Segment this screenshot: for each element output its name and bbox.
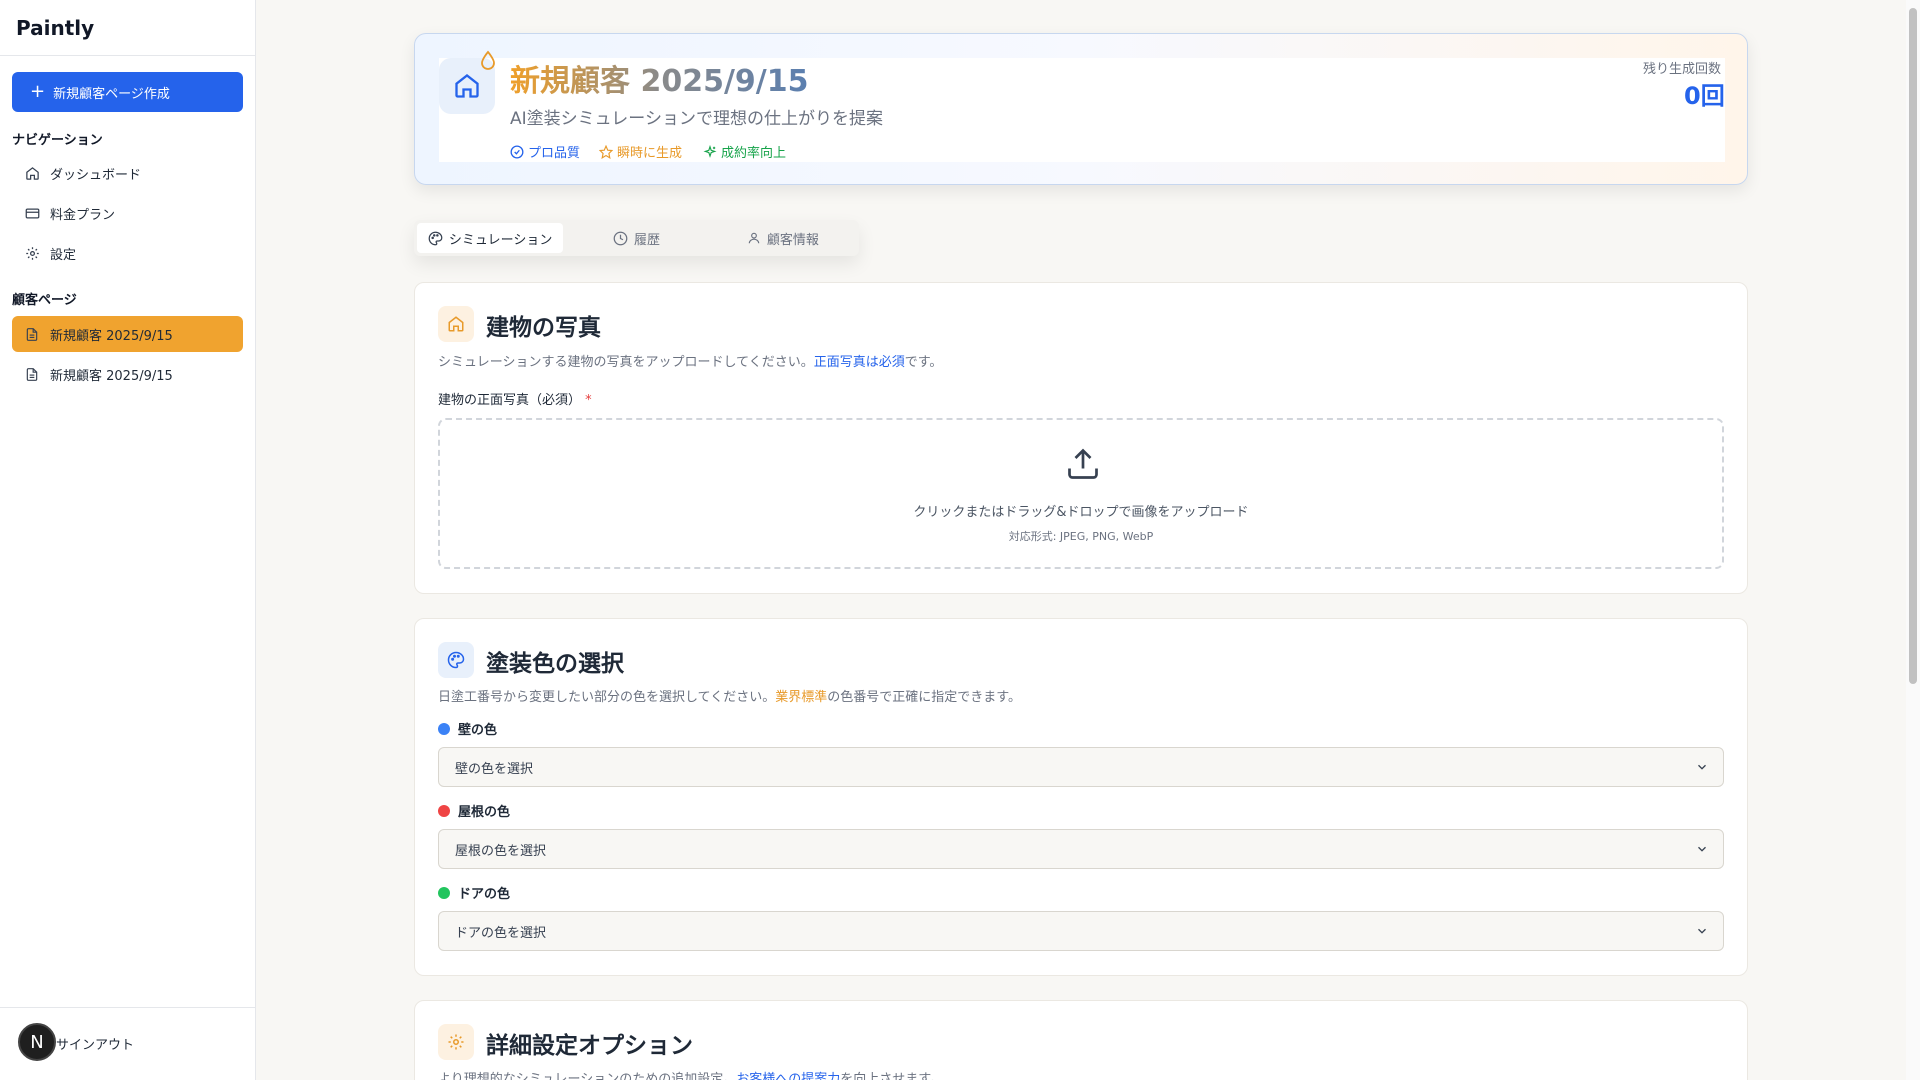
sidebar-item-label: ダッシュボード — [50, 167, 142, 183]
section-title: 詳細設定オプション — [486, 1033, 693, 1059]
tab-customer-info[interactable]: 顧客情報 — [710, 223, 856, 253]
badge-label: 成約率向上 — [721, 146, 787, 161]
tab-bar: シミュレーション 履歴 顧客情報 — [414, 220, 859, 256]
page-subtitle: AI塗装シミュレーションで理想の仕上がりを提案 — [510, 109, 883, 129]
customer-pages-heading: 顧客ページ — [12, 293, 77, 308]
section-description: シミュレーションする建物の写真をアップロードしてください。正面写真は必須です。 — [438, 355, 943, 370]
paint-drop-icon — [480, 50, 496, 74]
home-icon — [24, 165, 40, 181]
roof-color-select[interactable]: 屋根の色を選択 — [438, 829, 1724, 869]
user-icon — [748, 232, 760, 244]
scrollbar-thumb[interactable] — [1909, 8, 1917, 684]
wall-color-dot — [438, 722, 450, 735]
photo-dropzone[interactable]: クリックまたはドラッグ&ドロップで画像をアップロード 対応形式: JPEG, P… — [438, 418, 1724, 569]
upload-icon — [1068, 448, 1098, 479]
customer-page-item[interactable]: 新規顧客 2025/9/15 — [12, 356, 243, 392]
sidebar-item-label: 料金プラン — [50, 207, 116, 223]
tab-label: 履歴 — [633, 232, 660, 248]
customer-page-label: 新規顧客 2025/9/15 — [50, 328, 173, 344]
sidebar-item-pricing[interactable]: 料金プラン — [12, 195, 243, 231]
roof-color-dot — [438, 804, 450, 817]
document-icon — [24, 326, 40, 342]
page-scrollbar[interactable] — [1906, 0, 1920, 1080]
sidebar-item-label: 設定 — [50, 247, 77, 263]
check-circle-icon — [510, 145, 524, 158]
dropzone-text: クリックまたはドラッグ&ドロップで画像をアップロード — [913, 505, 1249, 520]
star-icon — [599, 144, 613, 159]
house-icon — [455, 74, 479, 98]
roof-color-label: 屋根の色 — [438, 801, 510, 820]
gear-icon — [24, 245, 40, 261]
new-customer-page-button[interactable]: + 新規顧客ページ作成 — [12, 72, 243, 112]
building-icon-box — [438, 306, 474, 342]
document-icon — [24, 366, 40, 382]
avatar[interactable]: N — [18, 1023, 56, 1061]
door-color-label: ドアの色 — [438, 883, 510, 902]
front-photo-label: 建物の正面写真（必須） * — [438, 393, 592, 408]
palette-icon — [428, 231, 443, 245]
door-color-select[interactable]: ドアの色を選択 — [438, 911, 1724, 951]
tab-label: シミュレーション — [448, 232, 553, 248]
tab-history[interactable]: 履歴 — [563, 223, 709, 253]
section-title: 塗装色の選択 — [486, 651, 624, 677]
sidebar-item-dashboard[interactable]: ダッシュボード — [12, 155, 243, 191]
section-title: 建物の写真 — [486, 315, 601, 341]
sparkles-icon — [703, 144, 717, 158]
remaining-generations-label: 残り生成回数 — [1643, 62, 1722, 77]
tab-label: 顧客情報 — [766, 232, 819, 248]
remaining-generations-value: 0回 — [1684, 82, 1725, 110]
gear-icon-box — [438, 1024, 474, 1060]
nav-heading: ナビゲーション — [12, 133, 103, 148]
badge-conversion: 成約率向上 — [703, 142, 786, 161]
signout-button[interactable]: サインアウト — [56, 1034, 134, 1053]
sidebar-item-settings[interactable]: 設定 — [12, 235, 243, 271]
new-customer-page-label: 新規顧客ページ作成 — [53, 86, 170, 102]
gear-icon — [448, 1034, 464, 1050]
section-description: 日塗工番号から変更したい部分の色を選択してください。業界標準の色番号で正確に指定… — [438, 690, 1021, 705]
house-icon — [448, 316, 464, 332]
badge-instant: 瞬時に生成 — [599, 142, 682, 161]
customer-page-item[interactable]: 新規顧客 2025/9/15 — [12, 316, 243, 352]
chevron-down-icon — [1698, 846, 1706, 852]
badge-pro-quality: プロ品質 — [510, 142, 580, 161]
wall-color-label: 壁の色 — [438, 719, 497, 738]
plus-icon: + — [30, 81, 46, 102]
badge-label: 瞬時に生成 — [617, 146, 683, 161]
chevron-down-icon — [1698, 928, 1706, 934]
customer-page-label: 新規顧客 2025/9/15 — [50, 368, 173, 384]
section-description: より理想的なシミュレーションのための追加設定。お客様への提案力を向上させます。 — [438, 1072, 943, 1080]
app-logo: Paintly — [0, 0, 255, 56]
tab-simulation[interactable]: シミュレーション — [417, 223, 564, 253]
door-color-dot — [438, 886, 450, 899]
badge-label: プロ品質 — [528, 146, 581, 161]
dropzone-hint: 対応形式: JPEG, PNG, WebP — [1008, 530, 1154, 543]
chevron-down-icon — [1698, 764, 1706, 770]
palette-icon — [447, 651, 465, 669]
credit-card-icon — [24, 205, 40, 221]
page-title: 新規顧客 2025/9/15 — [510, 56, 808, 100]
wall-color-select[interactable]: 壁の色を選択 — [438, 747, 1724, 787]
clock-icon — [613, 231, 628, 245]
palette-icon-box — [438, 642, 474, 678]
